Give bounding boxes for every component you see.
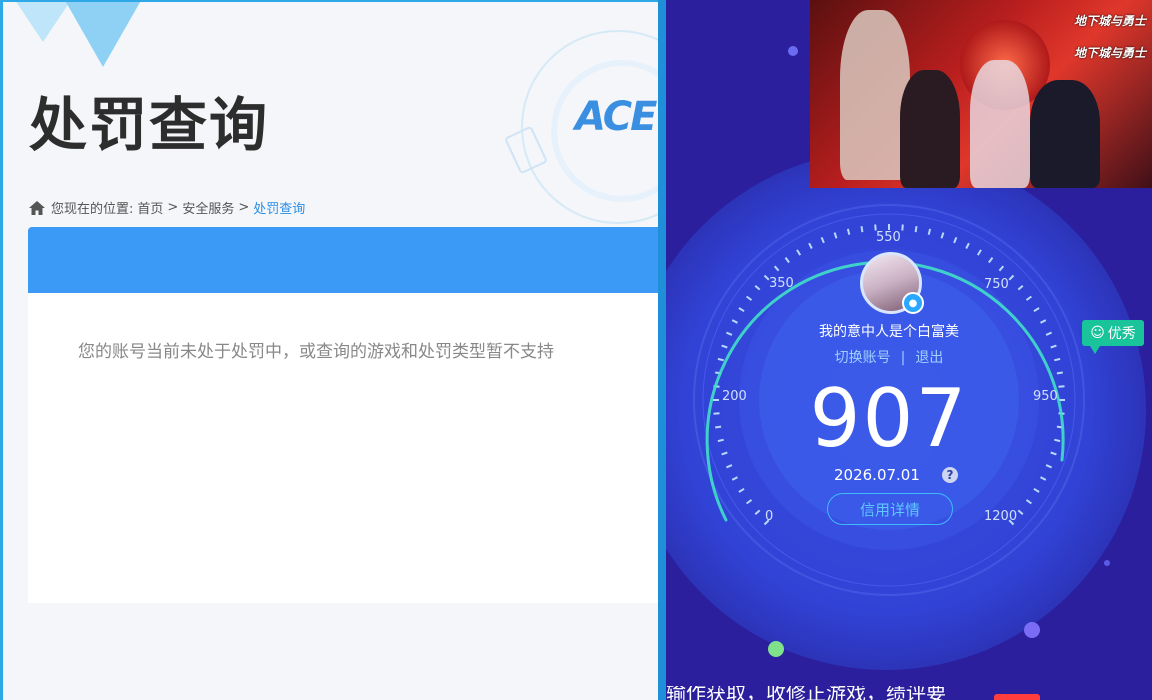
bottom-notice-text: 输作获取，收修正游戏，绩评要	[666, 686, 946, 700]
breadcrumb-separator: >	[238, 200, 250, 215]
gauge-tick-350: 350	[769, 276, 794, 291]
decor-dot	[788, 46, 798, 56]
breadcrumb-current[interactable]: 处罚查询	[253, 198, 305, 217]
penalty-query-panel: ACE 处罚查询 您现在的位置: 首页 > 安全服务 > 处罚查询 您的账号当前…	[3, 2, 658, 700]
result-header-bar	[28, 227, 658, 293]
result-message: 您的账号当前未处于处罚中，或查询的游戏和处罚类型暂不支持	[78, 342, 554, 362]
bottom-tag	[994, 694, 1040, 700]
smile-icon: ☺	[1090, 325, 1105, 341]
user-nickname: 我的意中人是个白富美	[819, 324, 959, 340]
gauge-tick-0: 0	[765, 509, 773, 524]
result-content: 您的账号当前未处于处罚中，或查询的游戏和处罚类型暂不支持	[28, 293, 658, 603]
breadcrumb: 您现在的位置: 首页 > 安全服务 > 处罚查询	[29, 198, 309, 217]
game-logo: 地下城与勇士	[1073, 46, 1146, 60]
link-divider: |	[900, 350, 906, 366]
gauge-tick-1200: 1200	[984, 509, 1017, 524]
breadcrumb-section-link[interactable]: 安全服务	[182, 198, 234, 217]
footer-area	[3, 604, 658, 700]
logout-link[interactable]: 退出	[915, 350, 943, 366]
breadcrumb-separator: >	[167, 200, 179, 215]
credit-score: 907	[809, 372, 969, 465]
decor-triangle	[43, 2, 163, 67]
account-links: 切换账号 | 退出	[666, 347, 1112, 367]
ace-logo: ACE	[575, 94, 657, 140]
banner-character	[900, 70, 960, 188]
switch-account-link[interactable]: 切换账号	[835, 350, 891, 366]
game-logo: 地下城与勇士	[1073, 14, 1146, 28]
banner-character	[970, 60, 1030, 188]
gauge-tick-750: 750	[984, 277, 1009, 292]
decor-dot	[768, 641, 784, 657]
page-title: 处罚查询	[29, 91, 270, 159]
gauge-tick-550: 550	[876, 230, 901, 245]
grade-label: 优秀	[1107, 326, 1136, 342]
home-icon	[29, 200, 45, 215]
help-icon[interactable]: ?	[942, 467, 958, 483]
breadcrumb-home-link[interactable]: 首页	[137, 198, 163, 217]
score-date: 2026.07.01	[834, 466, 920, 484]
game-banner[interactable]: 地下城与勇士 地下城与勇士	[810, 0, 1152, 188]
banner-character	[1030, 80, 1100, 188]
credit-detail-button[interactable]: 信用详情	[827, 493, 953, 525]
panel-divider	[658, 0, 666, 700]
credit-score-panel: 0 200 350 550 750 950 1200 地下城与勇士 地下城与勇士…	[666, 0, 1152, 700]
breadcrumb-prefix: 您现在的位置:	[51, 202, 134, 217]
qq-badge-icon: ●	[902, 292, 924, 314]
decor-dot	[1024, 622, 1040, 638]
grade-badge: ☺ 优秀	[1082, 320, 1144, 354]
